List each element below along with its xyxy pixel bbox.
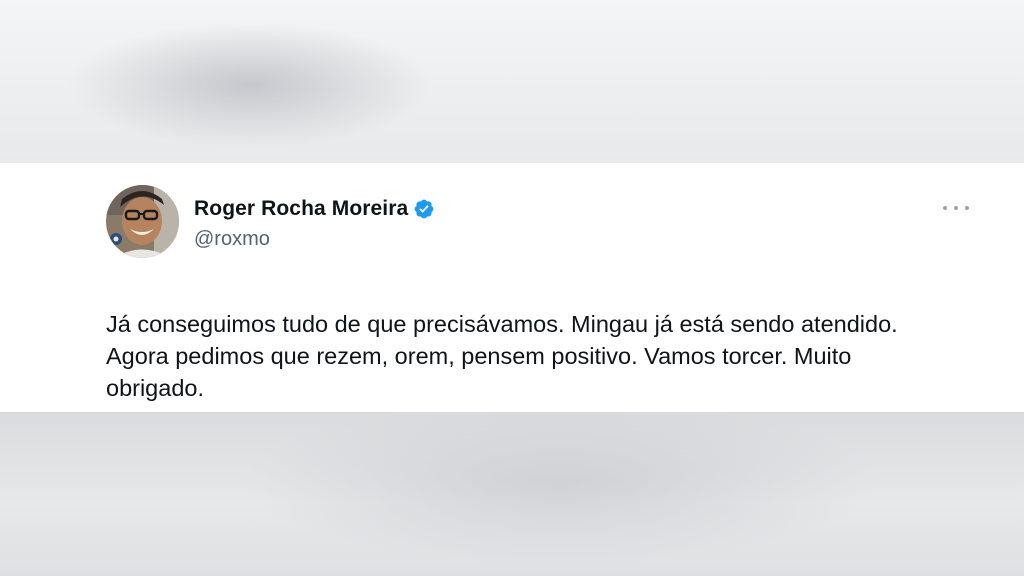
author-display-name[interactable]: Roger Rocha Moreira xyxy=(194,197,408,221)
avatar-photo-icon xyxy=(106,185,179,258)
blurred-background-bottom xyxy=(0,412,1024,576)
verified-badge-icon[interactable] xyxy=(413,198,435,220)
dot-icon xyxy=(943,206,947,210)
avatar[interactable] xyxy=(106,185,179,258)
blurred-background-top xyxy=(0,0,1024,163)
tweet-text: Já conseguimos tudo de que precisávamos.… xyxy=(106,311,898,401)
author-name-row: Roger Rocha Moreira xyxy=(194,196,435,222)
more-options-icon[interactable] xyxy=(943,200,969,216)
dot-icon xyxy=(954,206,958,210)
dot-icon xyxy=(965,206,969,210)
author-handle[interactable]: @roxmo xyxy=(194,228,270,251)
